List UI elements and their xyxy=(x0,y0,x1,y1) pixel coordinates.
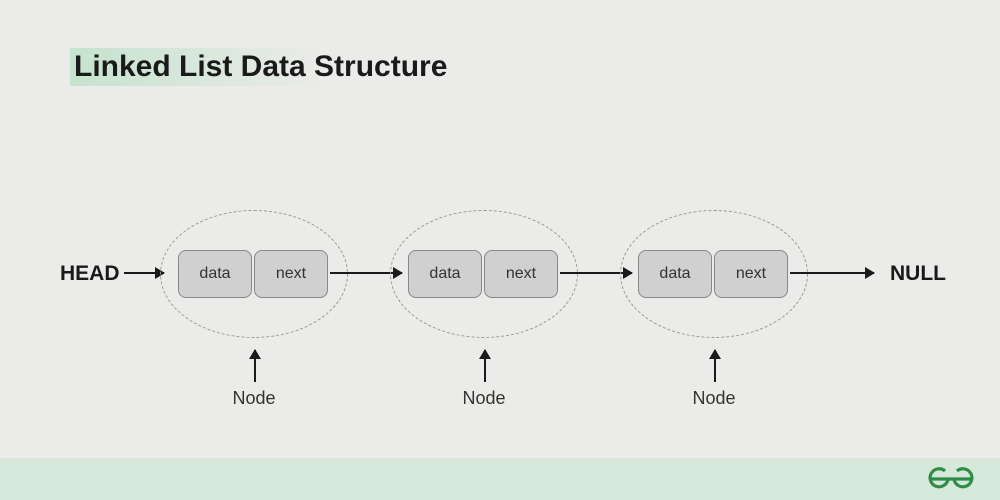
node-2-caption-arrow xyxy=(484,350,486,382)
page-title: Linked List Data Structure xyxy=(70,48,457,86)
footer-bar xyxy=(0,458,1000,500)
node-3-caption-arrow xyxy=(714,350,716,382)
node-3-caption: Node xyxy=(674,388,754,409)
linked-list-diagram: HEAD data next Node data next Node data … xyxy=(0,210,1000,410)
head-label: HEAD xyxy=(60,262,120,286)
node-1-next-cell: next xyxy=(254,250,328,298)
node-1-caption: Node xyxy=(214,388,294,409)
node-1-data-cell: data xyxy=(178,250,252,298)
node-3-cells: data next xyxy=(638,250,788,298)
node-2-cells: data next xyxy=(408,250,558,298)
node-2-data-cell: data xyxy=(408,250,482,298)
node-2-caption: Node xyxy=(444,388,524,409)
arrow-node3-to-null xyxy=(790,272,874,274)
node-3-next-cell: next xyxy=(714,250,788,298)
node-1-caption-arrow xyxy=(254,350,256,382)
geeksforgeeks-logo-icon xyxy=(926,464,976,494)
node-1-cells: data next xyxy=(178,250,328,298)
node-2-next-cell: next xyxy=(484,250,558,298)
node-3-data-cell: data xyxy=(638,250,712,298)
arrow-head-to-node1 xyxy=(124,272,164,274)
null-label: NULL xyxy=(890,262,946,286)
